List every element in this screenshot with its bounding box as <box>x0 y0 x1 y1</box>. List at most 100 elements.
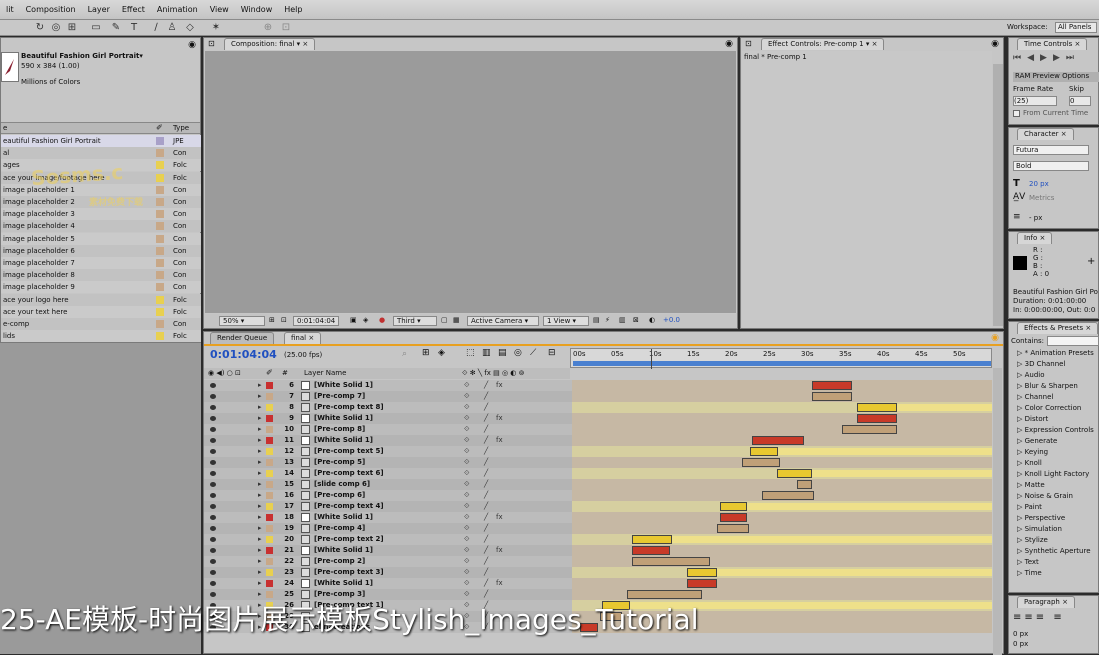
timeline-icon[interactable]: ▥ <box>619 316 626 324</box>
layer-extend-bar[interactable] <box>778 448 992 455</box>
panel-menu-icon[interactable]: ◉ <box>991 39 999 49</box>
label-color-swatch[interactable] <box>266 536 273 543</box>
layer-track[interactable] <box>572 413 992 424</box>
space-before-value[interactable]: 0 px <box>1013 640 1028 648</box>
layer-row[interactable]: ▸ 9 [White Solid 1] ⟐ ╱ fx <box>204 413 992 424</box>
expand-triangle-icon[interactable]: ▸ <box>258 501 262 512</box>
layer-duration-bar[interactable] <box>632 535 672 544</box>
menu-item[interactable]: Animation <box>151 5 204 14</box>
visibility-eye-icon[interactable] <box>210 515 216 520</box>
effects-search-input[interactable] <box>1047 336 1099 346</box>
visibility-eye-icon[interactable] <box>210 493 216 498</box>
effect-category[interactable]: ▷ 3D Channel <box>1017 360 1065 368</box>
switches-header-icons[interactable]: ⟐ ✻ ╲ fx ▤ ◎ ◐ ⊚ <box>462 369 524 378</box>
current-time-indicator[interactable] <box>651 349 652 369</box>
layer-duration-bar[interactable] <box>687 579 717 588</box>
tab-time-controls[interactable]: Time Controls × <box>1017 38 1088 50</box>
label-swatch[interactable] <box>156 320 164 328</box>
expand-triangle-icon[interactable]: ▸ <box>258 512 262 523</box>
quality-switch-icon[interactable]: ╱ <box>484 457 488 468</box>
layer-row[interactable]: ▸ 11 [White Solid 1] ⟐ ╱ fx <box>204 435 992 446</box>
shy-switch-icon[interactable]: ⟐ <box>464 512 470 523</box>
layer-row[interactable]: ▸ 18 [White Solid 1] ⟐ ╱ fx <box>204 512 992 523</box>
expand-triangle-icon[interactable]: ▸ <box>258 490 262 501</box>
tab-effects-presets[interactable]: Effects & Presets × <box>1017 322 1099 334</box>
expand-triangle-icon[interactable]: ▸ <box>258 391 262 402</box>
puppet-pin-tool-icon[interactable]: ✶ <box>210 22 222 34</box>
work-area-bar[interactable] <box>573 361 991 366</box>
shy-switch-icon[interactable]: ⟐ <box>464 391 470 402</box>
rectangle-mask-tool-icon[interactable]: ▭ <box>90 22 102 34</box>
effect-category[interactable]: ▷ Channel <box>1017 393 1053 401</box>
layer-name[interactable]: [White Solid 1] <box>314 578 373 589</box>
layer-duration-bar[interactable] <box>812 392 852 401</box>
layer-name-header[interactable]: Layer Name <box>304 369 346 377</box>
project-item-row[interactable]: ace your text here Folc <box>1 305 201 318</box>
label-color-swatch[interactable] <box>266 459 273 466</box>
type-tool-icon[interactable]: T <box>128 22 140 34</box>
expand-triangle-icon[interactable]: ▷ <box>1017 404 1025 412</box>
label-color-swatch[interactable] <box>266 503 273 510</box>
magnification-select[interactable]: 50% ▾ <box>219 316 265 326</box>
layer-duration-bar[interactable] <box>750 447 778 456</box>
layer-extend-bar[interactable] <box>897 404 992 411</box>
resolution-select[interactable]: Third ▾ <box>393 316 437 326</box>
effect-category[interactable]: ▷ Keying <box>1017 448 1048 456</box>
shy-switch-icon[interactable]: ⟐ <box>464 501 470 512</box>
kerning-value[interactable]: Metrics <box>1029 194 1054 202</box>
world-axis-icon[interactable]: ⊡ <box>280 22 292 34</box>
layer-track[interactable] <box>572 523 992 534</box>
axis-mode-icon[interactable]: ⊕ <box>262 22 274 34</box>
effect-switch-icon[interactable]: fx <box>496 512 503 523</box>
comp-mini-flowchart-icon[interactable]: ⊞ <box>422 348 430 358</box>
visibility-eye-icon[interactable] <box>210 559 216 564</box>
label-swatch[interactable] <box>156 198 164 206</box>
tab-paragraph[interactable]: Paragraph × <box>1017 596 1075 608</box>
quality-switch-icon[interactable]: ╱ <box>484 380 488 391</box>
effect-category[interactable]: ▷ Text <box>1017 558 1039 566</box>
layer-row[interactable]: ▸ 22 [Pre-comp 2] ⟐ ╱ <box>204 556 992 567</box>
shy-switch-icon[interactable]: ⟐ <box>464 402 470 413</box>
label-color-swatch[interactable] <box>266 547 273 554</box>
layer-row[interactable]: ▸ 7 [Pre-comp 7] ⟐ ╱ <box>204 391 992 402</box>
visibility-eye-icon[interactable] <box>210 471 216 476</box>
expand-triangle-icon[interactable]: ▷ <box>1017 547 1025 555</box>
quality-switch-icon[interactable]: ╱ <box>484 545 488 556</box>
visibility-eye-icon[interactable] <box>210 405 216 410</box>
effect-category[interactable]: ▷ Audio <box>1017 371 1045 379</box>
visibility-eye-icon[interactable] <box>210 449 216 454</box>
label-color-swatch[interactable] <box>266 558 273 565</box>
project-item-row[interactable]: image placeholder 4 Con <box>1 220 201 233</box>
expand-triangle-icon[interactable]: ▷ <box>1017 459 1025 467</box>
shy-switch-icon[interactable]: ⟐ <box>464 413 470 424</box>
expand-triangle-icon[interactable]: ▷ <box>1017 481 1025 489</box>
effect-category[interactable]: ▷ Perspective <box>1017 514 1065 522</box>
label-color-swatch[interactable] <box>266 426 273 433</box>
quality-switch-icon[interactable]: ╱ <box>484 578 488 589</box>
shy-switch-icon[interactable]: ⟐ <box>464 380 470 391</box>
expand-triangle-icon[interactable]: ▷ <box>1017 360 1025 368</box>
label-color-swatch[interactable] <box>266 580 273 587</box>
frame-blending-icon[interactable]: ▤ <box>498 348 507 358</box>
ram-preview-options[interactable]: RAM Preview Options <box>1013 72 1099 82</box>
shy-switch-icon[interactable]: ⟐ <box>464 457 470 468</box>
expand-triangle-icon[interactable]: ▸ <box>258 534 262 545</box>
layer-name[interactable]: [White Solid 1] <box>314 512 373 523</box>
layer-track[interactable] <box>572 457 992 468</box>
panel-menu-icon[interactable]: ◉ <box>188 40 196 50</box>
pan-behind-tool-icon[interactable]: ⊞ <box>66 22 78 34</box>
type-column-header[interactable]: Type <box>173 124 189 132</box>
project-item-row[interactable]: image placeholder 7 Con <box>1 257 201 269</box>
effect-switch-icon[interactable]: fx <box>496 435 503 446</box>
layer-name[interactable]: [slide comp 6] <box>314 479 370 490</box>
layer-duration-bar[interactable] <box>762 491 814 500</box>
layer-name[interactable]: [Pre-comp 5] <box>314 457 365 468</box>
label-swatch[interactable] <box>156 332 164 341</box>
menu-item[interactable]: Effect <box>116 5 151 14</box>
project-item-row[interactable]: ace your logo here Folc <box>1 293 201 306</box>
layer-duration-bar[interactable] <box>777 469 812 478</box>
layer-track[interactable] <box>572 435 992 446</box>
timeline-scrollbar[interactable] <box>993 368 1002 655</box>
effect-switch-icon[interactable]: fx <box>496 578 503 589</box>
effect-category[interactable]: ▷ Noise & Grain <box>1017 492 1073 500</box>
